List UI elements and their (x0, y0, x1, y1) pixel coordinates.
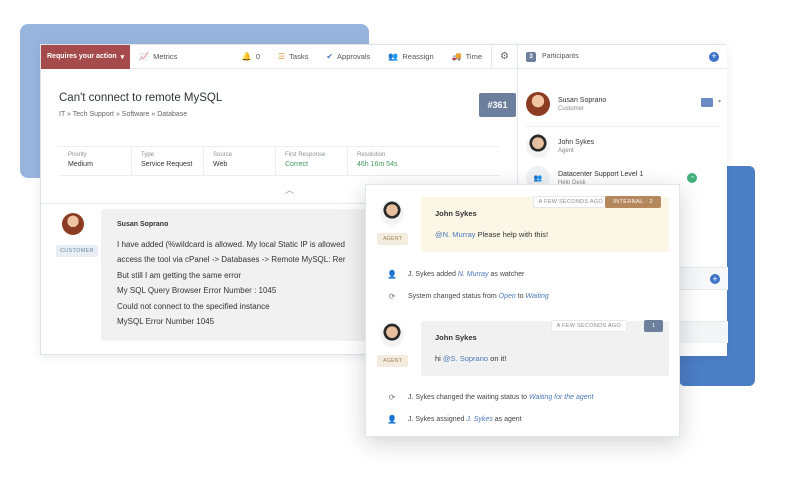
requires-action-label: Requires your action (47, 53, 117, 60)
event-link[interactable]: N. Murray (458, 271, 489, 278)
event-text: System changed status from Open to Waiti… (408, 293, 549, 300)
agent-role-tag: AGENT (377, 355, 408, 367)
meta-value: Web (213, 161, 228, 168)
note-text: hi @S. Soprano on it! (435, 354, 507, 363)
participant-role: Agent (558, 147, 574, 154)
notifications-button[interactable]: 🔔 0 (233, 45, 269, 69)
metrics-icon: 📈 (139, 52, 150, 61)
meta-label: Resolution (357, 152, 386, 158)
customer-role-tag: CUSTOMER (56, 245, 98, 257)
participants-title: Participants (542, 53, 579, 60)
avatar (526, 92, 550, 116)
refresh-icon: ⟳ (388, 393, 396, 402)
meta-first-response: First Response Correct (275, 147, 347, 175)
time-label: Time (465, 52, 482, 61)
event-item: ⟳ System changed status from Open to Wai… (386, 292, 549, 301)
participant-item[interactable]: John Sykes Agent (526, 134, 720, 158)
note-text: @N. Murray Please help with this! (435, 230, 548, 239)
event-text: J. Sykes assigned J. Sykes as agent (408, 416, 522, 423)
event-item: 👤 J. Sykes added N. Murray as watcher (386, 270, 524, 279)
meta-type: Type Service Request (131, 147, 203, 175)
ticket-number-badge: #361 (479, 93, 516, 117)
approvals-button[interactable]: ✔ Approvals (317, 45, 379, 69)
ticket-title: Can't connect to remote MySQL (59, 92, 223, 104)
clock-icon: ◔ (687, 173, 697, 183)
metrics-label: Metrics (153, 52, 178, 61)
event-text: J. Sykes changed the waiting status to W… (408, 394, 594, 401)
agent-role-tag: AGENT (377, 233, 408, 245)
breadcrumb[interactable]: IT » Tech Support » Software » Database (59, 111, 187, 118)
meta-value: 46h 16m 54s (357, 161, 398, 168)
meta-source: Source Web (203, 147, 275, 175)
requires-action-button[interactable]: Requires your action ▾ (41, 44, 131, 69)
notifications-count: 0 (255, 52, 260, 61)
reassign-icon: 👥 (388, 52, 399, 61)
timestamp: A FEW SECONDS AGO (532, 196, 609, 208)
chevron-down-icon: ▾ (120, 53, 125, 61)
internal-badge: INTERNAL · 2 (605, 196, 661, 208)
tasks-button[interactable]: ☰ Tasks (269, 45, 317, 69)
meta-value: Correct (285, 161, 308, 168)
vcard-icon[interactable] (701, 98, 713, 107)
avatar (526, 134, 550, 158)
approvals-icon: ✔ (326, 52, 334, 61)
meta-priority: Priority Medium (59, 147, 131, 175)
tasks-icon: ☰ (277, 52, 286, 61)
bell-icon: 🔔 (241, 52, 252, 61)
meta-resolution: Resolution 46h 16m 54s (347, 147, 419, 175)
refresh-icon: ⟳ (388, 292, 396, 301)
customer-avatar (62, 213, 84, 235)
meta-label: First Response (285, 152, 326, 158)
time-icon: 🚚 (451, 52, 462, 61)
plus-icon: + (711, 51, 717, 61)
timestamp: A FEW SECONDS AGO (550, 320, 627, 332)
internal-note: A FEW SECONDS AGO INTERNAL · 2 John Syke… (421, 196, 669, 252)
ticket-toolbar: Requires your action ▾ 📈 Metrics 🔔 0 ☰ T… (41, 44, 517, 69)
note-author: John Sykes (435, 209, 477, 218)
meta-label: Source (213, 152, 233, 158)
agent-avatar (380, 201, 404, 225)
event-text: J. Sykes added N. Murray as watcher (408, 271, 525, 278)
divider (526, 126, 720, 127)
event-item: 👤 J. Sykes assigned J. Sykes as agent (386, 415, 522, 424)
event-link[interactable]: Waiting for the agent (529, 394, 593, 401)
participant-name: Datacenter Support Level 1 (558, 170, 644, 178)
note-author: John Sykes (435, 333, 477, 342)
activity-card: AGENT A FEW SECONDS AGO INTERNAL · 2 Joh… (365, 184, 680, 437)
ticket-meta: Priority Medium Type Service Request Sou… (59, 146, 499, 176)
participant-role: Customer (558, 105, 585, 112)
assign-icon: 👤 (387, 415, 397, 424)
event-link[interactable]: J. Sykes (466, 416, 492, 423)
meta-value: Service Request (141, 161, 193, 168)
participant-item[interactable]: Susan Soprano Customer (526, 92, 720, 116)
participant-name: John Sykes (558, 138, 595, 146)
agent-avatar (380, 323, 404, 347)
participant-name: Susan Soprano (558, 96, 607, 104)
agent-reply: A FEW SECONDS AGO 1 John Sykes hi @S. So… (421, 320, 669, 376)
settings-button[interactable]: ⚙ (491, 44, 517, 69)
reply-badge: 1 (643, 320, 663, 332)
participants-count: 3 (526, 51, 536, 62)
tasks-label: Tasks (289, 52, 309, 61)
participants-header: 3 Participants + (518, 45, 727, 69)
meta-value: Medium (68, 161, 93, 168)
event-item: ⟳ J. Sykes changed the waiting status to… (386, 393, 594, 402)
reassign-button[interactable]: 👥 Reassign (379, 45, 442, 69)
note-body: Please help with this! (475, 230, 549, 239)
meta-label: Priority (68, 152, 87, 158)
chevron-down-icon[interactable]: ▾ (718, 98, 721, 105)
add-participant-button[interactable]: + (709, 51, 719, 62)
collapse-chevron-icon[interactable]: ︿ (285, 183, 294, 196)
add-button[interactable]: + (710, 274, 720, 284)
mention-link[interactable]: @S. Soprano (443, 354, 488, 363)
gear-icon: ⚙ (500, 51, 509, 62)
mention-link[interactable]: @N. Murray (435, 230, 476, 239)
reassign-label: Reassign (402, 52, 434, 61)
approvals-label: Approvals (337, 52, 371, 61)
time-button[interactable]: 🚚 Time (443, 45, 491, 69)
meta-label: Type (141, 152, 155, 158)
plus-icon: + (712, 273, 718, 284)
metrics-button[interactable]: 📈 Metrics (130, 45, 186, 69)
add-user-icon: 👤 (387, 270, 397, 279)
